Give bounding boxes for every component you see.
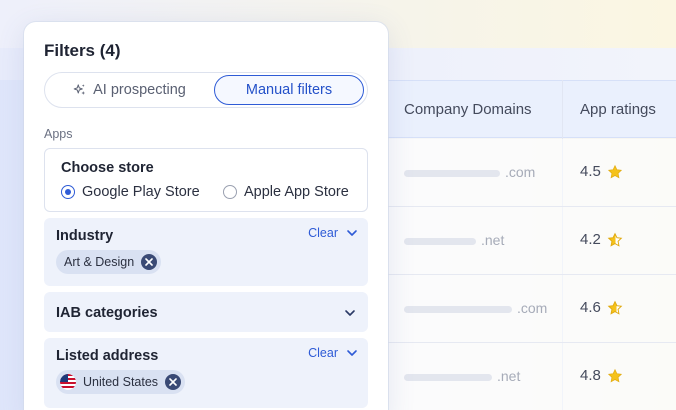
close-icon[interactable] xyxy=(165,374,182,390)
domain-placeholder-bar xyxy=(404,306,512,313)
table-row[interactable]: .com 4.5 xyxy=(388,139,676,207)
radio-apple-app-store[interactable]: Apple App Store xyxy=(223,184,349,200)
tab-manual-filters[interactable]: Manual filters xyxy=(214,75,364,105)
table-row[interactable]: .net 4.8 xyxy=(388,343,676,410)
domain-tld: .net xyxy=(481,232,505,248)
domain-tld: .com xyxy=(505,164,536,180)
address-clear-button[interactable]: Clear xyxy=(308,346,358,360)
industry-clear-label: Clear xyxy=(308,226,338,240)
radio-google-play-label: Google Play Store xyxy=(82,184,200,200)
domain-tld: .com xyxy=(517,300,548,316)
chevron-down-icon[interactable] xyxy=(346,227,358,239)
rating-value: 4.5 xyxy=(580,163,601,180)
rating-value: 4.8 xyxy=(580,367,601,384)
close-icon[interactable] xyxy=(141,254,158,270)
radio-selected-indicator[interactable] xyxy=(61,185,75,199)
listed-address-filter[interactable]: Listed address Clear United States xyxy=(44,338,368,408)
star-icon xyxy=(607,368,622,382)
choose-store-box: Choose store Google Play Store Apple App… xyxy=(44,148,368,212)
column-header-domains[interactable]: Company Domains xyxy=(404,81,532,139)
table-row[interactable]: .com 4.6 xyxy=(388,275,676,343)
industry-filter[interactable]: Industry Clear Art & Design xyxy=(44,218,368,286)
address-chip-label: United States xyxy=(83,375,159,389)
address-chip[interactable]: United States xyxy=(56,370,186,394)
tab-manual-label: Manual filters xyxy=(245,82,333,98)
radio-apple-label: Apple App Store xyxy=(244,184,349,200)
star-half-icon xyxy=(607,300,623,315)
filters-panel: Filters (4) AI prospecting Manual filter… xyxy=(24,22,388,410)
rating-cell: 4.5 xyxy=(580,163,623,180)
us-flag-icon xyxy=(60,374,76,390)
sparkle-icon xyxy=(73,83,86,95)
address-clear-label: Clear xyxy=(308,346,338,360)
domain-placeholder-bar xyxy=(404,374,492,381)
tab-ai-prospecting[interactable]: AI prospecting xyxy=(49,76,209,104)
address-title: Listed address xyxy=(56,348,159,364)
table-row[interactable]: .net 4.2 xyxy=(388,207,676,275)
rating-value: 4.2 xyxy=(580,231,601,248)
radio-unselected-indicator[interactable] xyxy=(223,185,237,199)
table-header: Company Domains App ratings xyxy=(388,80,676,138)
industry-clear-button[interactable]: Clear xyxy=(308,226,358,240)
choose-store-title: Choose store xyxy=(61,160,154,176)
domain-placeholder-bar xyxy=(404,238,476,245)
iab-title: IAB categories xyxy=(56,305,158,321)
star-half-icon xyxy=(607,232,623,247)
chevron-down-icon[interactable] xyxy=(346,347,358,359)
industry-chip[interactable]: Art & Design xyxy=(56,250,162,274)
panel-title: Filters (4) xyxy=(44,41,121,60)
rating-cell: 4.6 xyxy=(580,299,623,316)
tab-ai-label: AI prospecting xyxy=(93,82,186,98)
mode-toggle: AI prospecting Manual filters xyxy=(44,72,368,108)
domain-placeholder-bar xyxy=(404,170,500,177)
chevron-down-icon[interactable] xyxy=(344,307,356,319)
rating-cell: 4.8 xyxy=(580,367,623,384)
industry-chip-label: Art & Design xyxy=(64,255,135,269)
star-icon xyxy=(607,164,622,178)
industry-title: Industry xyxy=(56,228,114,244)
column-header-ratings[interactable]: App ratings xyxy=(580,81,656,139)
radio-google-play[interactable]: Google Play Store xyxy=(61,184,200,200)
iab-categories-filter[interactable]: IAB categories xyxy=(44,292,368,332)
apps-section-label: Apps xyxy=(44,127,73,141)
rating-value: 4.6 xyxy=(580,299,601,316)
domain-tld: .net xyxy=(497,368,521,384)
rating-cell: 4.2 xyxy=(580,231,623,248)
